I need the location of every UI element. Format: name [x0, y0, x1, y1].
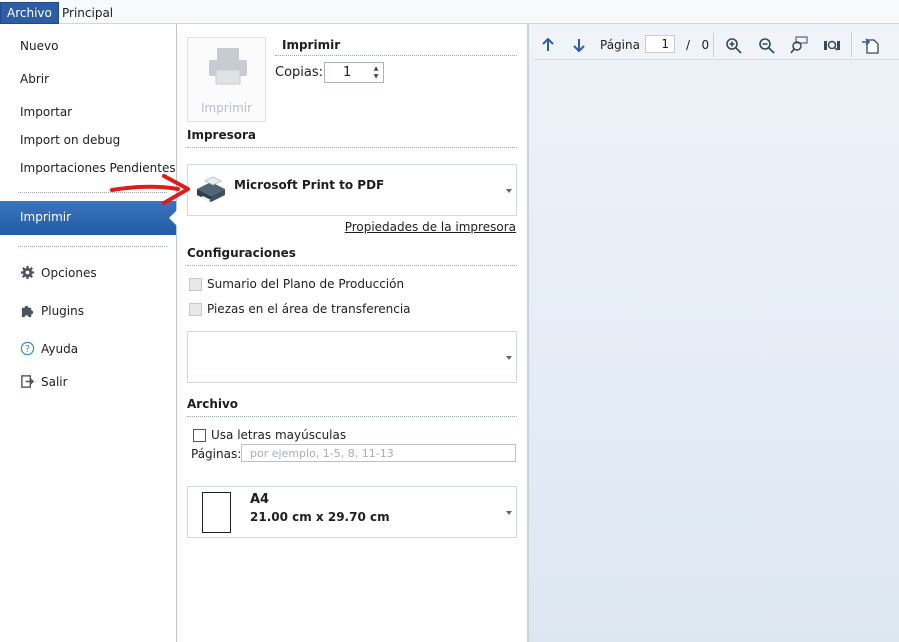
- zoom-fit-icon: [824, 40, 840, 51]
- export-button[interactable]: [859, 34, 881, 56]
- tab-principal[interactable]: Principal: [56, 3, 119, 24]
- svg-text:?: ?: [25, 344, 30, 355]
- printer-name: Microsoft Print to PDF: [234, 178, 385, 192]
- zoom-fit-button[interactable]: [821, 34, 843, 56]
- pages-placeholder: por ejemplo, 1-5, 8, 11-13: [250, 447, 394, 460]
- zoom-100-button[interactable]: [788, 34, 810, 56]
- zoom-in-button[interactable]: [722, 34, 744, 56]
- file-section-title: Archivo: [187, 397, 239, 411]
- option-label: Piezas en el área de transferencia: [207, 302, 411, 316]
- page-label: Página: [600, 38, 640, 52]
- option-label: Usa letras mayúsculas: [211, 428, 347, 442]
- page-separator: /: [686, 38, 691, 52]
- nav-item-nuevo[interactable]: Nuevo: [20, 39, 58, 53]
- chevron-down-icon: [506, 356, 512, 360]
- toolbar-divider: [851, 33, 852, 57]
- active-notch: [169, 210, 177, 226]
- exit-icon: [21, 375, 35, 388]
- print-preview: Página 1 / 0: [528, 24, 899, 642]
- copies-stepper[interactable]: 1 ▲ ▼: [324, 62, 384, 83]
- nav-item-salir-label: Salir: [41, 374, 68, 389]
- zoom-in-icon: [725, 37, 742, 54]
- page-icon: [202, 492, 231, 533]
- print-button[interactable]: Imprimir: [187, 37, 266, 122]
- checkbox[interactable]: [189, 302, 202, 316]
- printer-section-title: Impresora: [187, 128, 257, 142]
- pages-input[interactable]: por ejemplo, 1-5, 8, 11-13: [241, 444, 516, 462]
- backstage-nav: Nuevo Abrir Importar Import on debug Imp…: [0, 24, 177, 642]
- preview-toolbar: Página 1 / 0: [533, 30, 899, 60]
- page-number-input[interactable]: 1: [645, 35, 675, 53]
- paper-size-select[interactable]: A4 21.00 cm x 29.70 cm: [187, 486, 517, 538]
- zoom-out-button[interactable]: [755, 34, 777, 56]
- option-uppercase[interactable]: Usa letras mayúsculas: [193, 428, 346, 442]
- nav-item-ayuda-label: Ayuda: [41, 341, 79, 356]
- checkbox[interactable]: [189, 277, 202, 291]
- nav-item-import-on-debug[interactable]: Import on debug: [20, 133, 120, 147]
- tab-archivo[interactable]: Archivo: [0, 2, 59, 24]
- option-sumario[interactable]: Sumario del Plano de Producción: [189, 277, 404, 291]
- option-piezas[interactable]: Piezas en el área de transferencia: [189, 302, 411, 316]
- pages-label: Páginas:: [191, 447, 242, 461]
- prev-page-button[interactable]: [537, 34, 559, 56]
- chevron-down-icon: [506, 511, 512, 515]
- nav-item-plugins-label: Plugins: [41, 303, 84, 318]
- divider: [187, 416, 517, 417]
- option-label: Sumario del Plano de Producción: [207, 277, 405, 291]
- copies-value: 1: [343, 65, 352, 80]
- export-page-icon: [862, 38, 879, 54]
- help-icon: ?: [20, 341, 35, 356]
- gear-icon: [20, 265, 35, 280]
- divider: [187, 147, 517, 148]
- page-total: 0: [701, 38, 710, 52]
- nav-item-importar[interactable]: Importar: [20, 105, 72, 119]
- settings-select[interactable]: [187, 331, 517, 383]
- nav-item-opciones-label: Opciones: [41, 265, 97, 280]
- zoom-100-icon: [790, 36, 808, 54]
- settings-section-title: Configuraciones: [187, 246, 296, 260]
- paper-dimensions: 21.00 cm x 29.70 cm: [250, 510, 390, 524]
- nav-item-opciones[interactable]: Opciones: [20, 265, 97, 280]
- nav-item-salir[interactable]: Salir: [20, 374, 68, 389]
- divider: [187, 265, 517, 266]
- nav-item-ayuda[interactable]: ? Ayuda: [20, 341, 78, 356]
- divider: [275, 55, 517, 56]
- menu-bar: Archivo Principal: [0, 0, 899, 24]
- page-count: / 0: [686, 38, 709, 52]
- nav-item-plugins[interactable]: Plugins: [20, 303, 84, 318]
- copies-label: Copias:: [275, 65, 324, 80]
- nav-item-imprimir-label: Imprimir: [20, 210, 72, 224]
- toolbar-divider: [713, 33, 714, 57]
- printer-icon: [209, 48, 247, 85]
- zoom-out-icon: [758, 37, 775, 54]
- annotation-arrow: [110, 174, 190, 205]
- chevron-down-icon: [506, 189, 512, 193]
- arrow-down-icon: [573, 39, 585, 53]
- nav-item-abrir[interactable]: Abrir: [20, 72, 49, 86]
- nav-divider: [18, 246, 167, 247]
- print-options-panel: Imprimir Imprimir Copias: 1 ▲ ▼ Impresora…: [177, 24, 528, 642]
- printer-select[interactable]: Microsoft Print to PDF: [187, 164, 517, 216]
- paper-name: A4: [250, 492, 270, 507]
- print-title: Imprimir: [282, 38, 341, 52]
- print-button-label: Imprimir: [200, 101, 253, 115]
- next-page-button[interactable]: [568, 34, 590, 56]
- arrow-up-icon: [542, 37, 554, 51]
- puzzle-icon: [21, 305, 34, 318]
- printer-properties-link[interactable]: Propiedades de la impresora: [345, 220, 516, 234]
- checkbox[interactable]: [193, 428, 206, 442]
- printer-device-icon: [197, 176, 225, 202]
- stepper-arrows[interactable]: ▲ ▼: [372, 65, 380, 81]
